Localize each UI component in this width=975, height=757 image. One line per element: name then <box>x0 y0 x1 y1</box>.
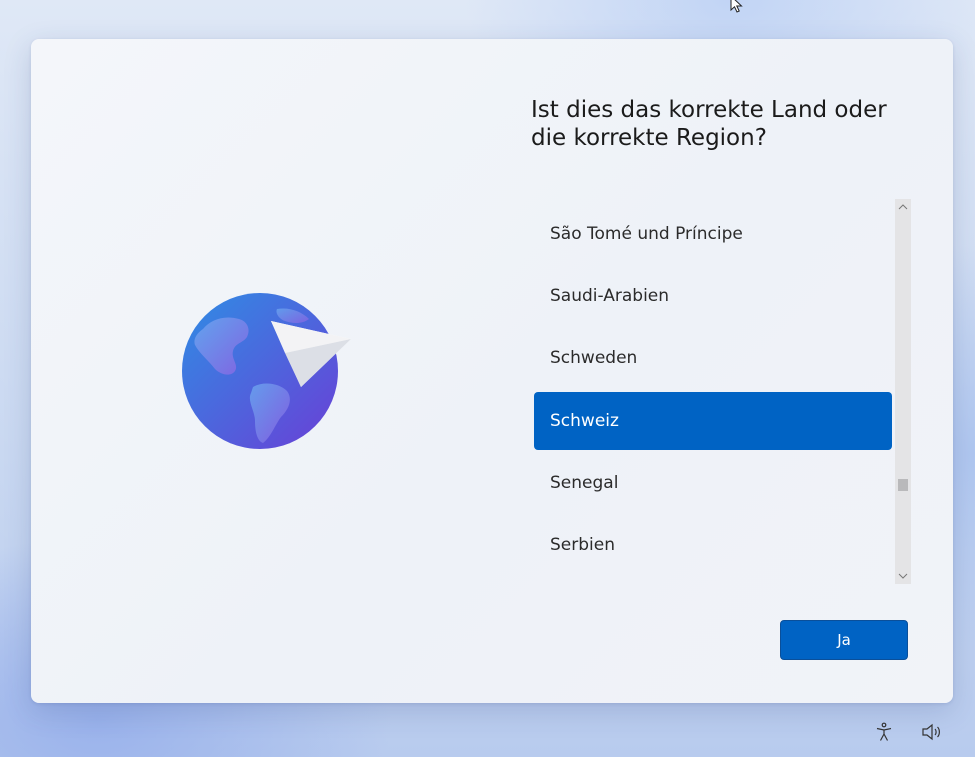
globe-illustration <box>181 291 361 456</box>
volume-icon[interactable] <box>920 720 944 744</box>
page-title: Ist dies das korrekte Land oder die korr… <box>531 97 887 151</box>
scroll-up-icon[interactable] <box>895 199 911 215</box>
list-item[interactable]: São Tomé und Príncipe <box>534 205 892 263</box>
list-item[interactable]: Serbien <box>534 516 892 574</box>
accessibility-icon[interactable] <box>872 720 896 744</box>
list-item[interactable]: Saudi-Arabien <box>534 267 892 325</box>
scroll-thumb[interactable] <box>898 479 908 491</box>
list-item-selected[interactable]: Schweiz <box>534 392 892 450</box>
list-item[interactable]: Senegal <box>534 454 892 512</box>
confirm-button[interactable]: Ja <box>780 620 908 660</box>
scroll-down-icon[interactable] <box>895 568 911 584</box>
country-list[interactable]: São Tomé und Príncipe Saudi-Arabien Schw… <box>531 199 912 585</box>
mouse-cursor-icon <box>730 0 743 13</box>
list-scrollbar[interactable] <box>895 199 911 584</box>
setup-card: Ist dies das korrekte Land oder die korr… <box>31 39 953 703</box>
list-item[interactable]: Schweden <box>534 329 892 387</box>
